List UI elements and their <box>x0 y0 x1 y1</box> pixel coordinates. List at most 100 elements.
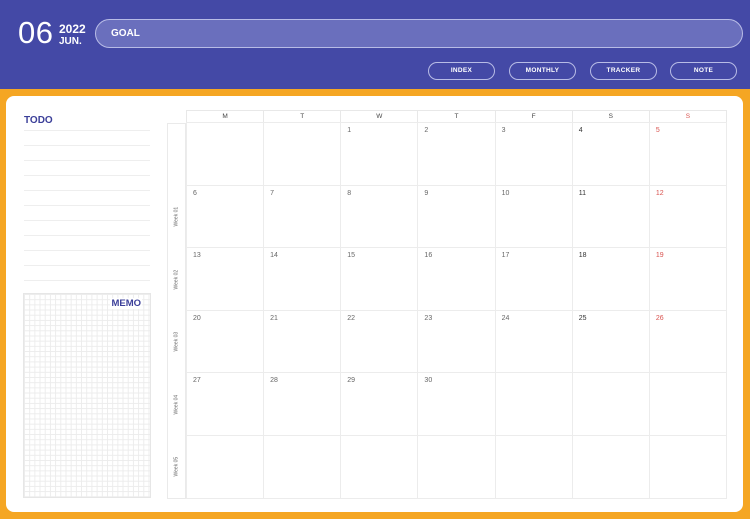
todo-line[interactable] <box>24 175 150 176</box>
calendar-day-cell[interactable]: 9 <box>417 184 496 249</box>
header-bar: 06 2022 JUN. GOAL INDEX MONTHLY TRACKER … <box>0 0 750 89</box>
calendar-day-cell[interactable]: 28 <box>263 372 342 436</box>
calendar-day-cell[interactable]: 30 <box>417 372 496 436</box>
week-label-column <box>167 123 186 499</box>
date-number: 11 <box>578 189 586 197</box>
date-number: 23 <box>424 314 433 322</box>
todo-line[interactable] <box>24 250 150 251</box>
date-number: 24 <box>501 314 510 322</box>
calendar-day-cell[interactable]: 29 <box>340 372 419 436</box>
monthly-button[interactable]: MONTHLY <box>509 62 576 80</box>
calendar-day-cell[interactable]: 1 <box>340 122 419 186</box>
monthly-calendar: M T W T F S S 1 2 3 4 5 6 7 8 9 10 11 12 13 14 15 16 17 18 19 20 21… <box>186 110 727 499</box>
tracker-button[interactable]: TRACKER <box>590 62 657 80</box>
planner-panel: TODO MEMO Week 01 Week 02 Week 03 Week 04 We… <box>6 96 743 512</box>
calendar-day-cell[interactable]: 15 <box>340 247 419 311</box>
week-label: Week 02 <box>173 269 180 289</box>
calendar-day-cell[interactable]: 8 <box>340 184 419 249</box>
calendar-day-cell[interactable] <box>186 122 265 186</box>
memo-grid[interactable]: MEMO <box>23 293 151 498</box>
date-number: 19 <box>655 252 664 260</box>
todo-line[interactable] <box>24 265 150 266</box>
month-name-label: JUN. <box>59 36 82 47</box>
calendar-day-cell[interactable]: 16 <box>417 247 496 311</box>
calendar-day-cell[interactable] <box>340 435 419 499</box>
goal-field[interactable]: GOAL <box>95 19 743 48</box>
index-button[interactable]: INDEX <box>428 62 495 80</box>
calendar-day-cell[interactable]: 11 <box>571 184 650 249</box>
calendar-day-cell[interactable]: 13 <box>186 247 265 311</box>
calendar-day-cell[interactable]: 14 <box>263 247 342 311</box>
calendar-day-cell[interactable]: 26 <box>648 309 727 374</box>
date-number: 12 <box>655 189 664 197</box>
calendar-day-cell[interactable]: 10 <box>494 184 573 249</box>
calendar-day-cell[interactable]: 19 <box>648 247 727 311</box>
calendar-day-cell[interactable] <box>494 435 573 499</box>
date-number: 20 <box>193 314 201 322</box>
todo-line[interactable] <box>24 235 150 236</box>
goal-input[interactable] <box>146 25 730 44</box>
todo-line[interactable] <box>24 130 150 131</box>
date-number: 21 <box>270 314 278 322</box>
calendar-day-cell[interactable]: 20 <box>186 309 265 374</box>
calendar-day-cell[interactable] <box>417 435 496 499</box>
week-label: Week 01 <box>173 206 180 227</box>
calendar-day-cell[interactable]: 2 <box>417 122 496 186</box>
calendar-day-cell[interactable]: 6 <box>186 184 265 249</box>
calendar-day-cell[interactable] <box>263 435 342 499</box>
calendar-day-cell[interactable] <box>494 372 573 436</box>
date-number: 2 <box>424 127 429 134</box>
date-number: 7 <box>270 189 275 197</box>
date-number: 28 <box>270 377 278 385</box>
week-label: Week 05 <box>173 457 180 477</box>
date-number: 26 <box>655 314 664 322</box>
date-number: 27 <box>193 377 201 385</box>
date-number: 25 <box>578 314 587 322</box>
todo-line[interactable] <box>24 220 150 221</box>
month-number: 06 <box>18 15 54 50</box>
date-number: 6 <box>193 189 197 197</box>
note-button[interactable]: NOTE <box>670 62 737 80</box>
calendar-day-cell[interactable]: 21 <box>263 309 342 374</box>
calendar-day-cell[interactable] <box>186 435 265 499</box>
memo-title: MEMO <box>110 298 142 309</box>
date-number: 3 <box>501 127 506 134</box>
date-number: 29 <box>347 377 356 385</box>
year-label: 2022 <box>59 22 86 36</box>
calendar-day-cell[interactable]: 23 <box>417 309 496 374</box>
todo-line[interactable] <box>24 280 150 281</box>
calendar-day-cell[interactable]: 3 <box>494 122 573 186</box>
date-number: 1 <box>347 127 352 134</box>
todo-line[interactable] <box>24 205 150 206</box>
calendar-day-cell[interactable] <box>571 435 650 499</box>
goal-label: GOAL <box>111 28 140 39</box>
calendar-day-cell[interactable]: 18 <box>571 247 650 311</box>
calendar-day-cell[interactable]: 17 <box>494 247 573 311</box>
calendar-day-cell[interactable] <box>648 435 727 499</box>
calendar-day-cell[interactable] <box>263 122 342 186</box>
date-number: 17 <box>501 252 510 260</box>
calendar-day-cell[interactable]: 27 <box>186 372 265 436</box>
week-label: Week 04 <box>173 394 180 415</box>
calendar-day-cell[interactable]: 12 <box>648 184 727 249</box>
date-number: 10 <box>501 189 510 197</box>
calendar-day-cell[interactable]: 25 <box>571 309 650 374</box>
todo-line[interactable] <box>24 190 150 191</box>
calendar-day-cell[interactable]: 22 <box>340 309 419 374</box>
date-number: 15 <box>347 252 356 260</box>
week-label: Week 03 <box>173 331 180 352</box>
date-number: 16 <box>424 252 433 260</box>
calendar-day-cell[interactable] <box>571 372 650 436</box>
date-number: 18 <box>578 252 587 260</box>
date-number: 4 <box>578 127 583 134</box>
date-number: 5 <box>655 127 660 134</box>
calendar-day-cell[interactable]: 7 <box>263 184 342 249</box>
date-number: 13 <box>193 252 201 260</box>
date-number: 9 <box>424 189 429 197</box>
calendar-day-cell[interactable]: 24 <box>494 309 573 374</box>
calendar-day-cell[interactable]: 5 <box>648 122 727 186</box>
todo-line[interactable] <box>24 160 150 161</box>
calendar-day-cell[interactable] <box>648 372 727 436</box>
todo-line[interactable] <box>24 145 150 146</box>
calendar-day-cell[interactable]: 4 <box>571 122 650 186</box>
